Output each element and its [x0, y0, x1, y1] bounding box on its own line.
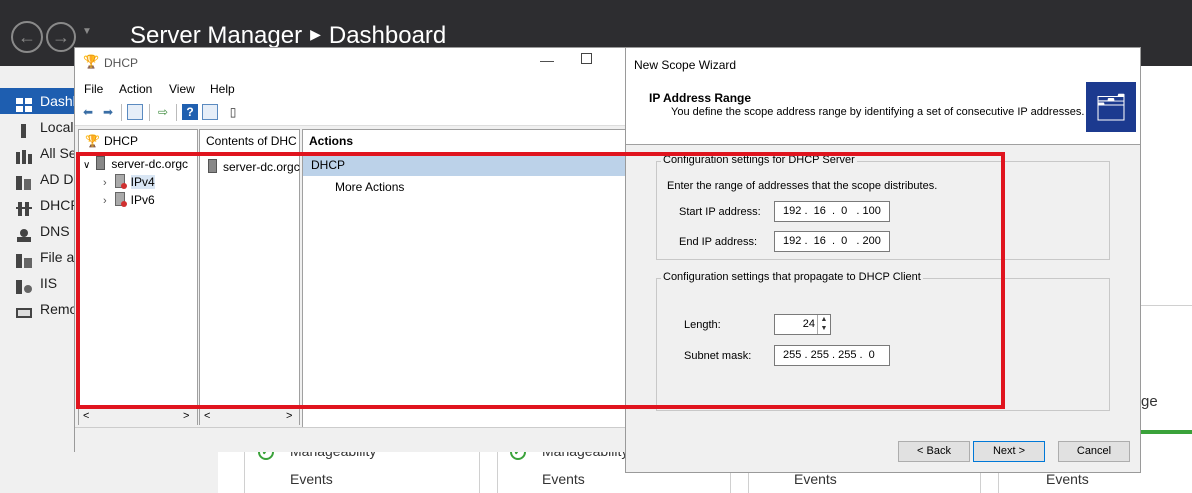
ad-ds-icon	[16, 172, 32, 190]
local-server-icon	[16, 120, 32, 138]
dhcp-tree-icon: 🏆	[85, 134, 100, 148]
wizard-title: New Scope Wizard	[634, 58, 737, 72]
tree-header[interactable]: 🏆 DHCP	[79, 130, 197, 153]
toolbar-separator	[176, 104, 177, 121]
page-title: Server Manager ▶ Dashboard	[130, 22, 447, 49]
cancel-button[interactable]: Cancel	[1058, 441, 1130, 462]
tree-hscrollbar[interactable]: < >	[79, 408, 197, 426]
help-icon[interactable]: ?	[182, 104, 198, 120]
contents-header[interactable]: Contents of DHC	[200, 130, 299, 153]
dhcp-app-icon: 🏆	[83, 54, 100, 69]
scroll-left-icon[interactable]: <	[83, 410, 89, 422]
actions-header: Actions	[303, 130, 631, 153]
next-button[interactable]: Next >	[973, 441, 1045, 462]
dhcp-statusbar	[75, 427, 625, 452]
tile-events[interactable]: Events	[794, 471, 837, 487]
show-hide-action-pane-icon[interactable]	[202, 104, 218, 120]
back-arrow-icon[interactable]: ←	[11, 21, 43, 53]
menu-file[interactable]: File	[84, 82, 103, 96]
scroll-right-icon[interactable]: >	[286, 410, 292, 422]
folders-icon: 🗂	[1086, 82, 1136, 132]
menu-view[interactable]: View	[169, 82, 195, 96]
scroll-right-icon[interactable]: >	[183, 410, 189, 422]
dhcp-titlebar[interactable]: 🏆 DHCP —	[75, 48, 625, 78]
dhcp-menubar: File Action View Help	[75, 78, 625, 100]
back-icon[interactable]: ⬅	[80, 104, 96, 120]
forward-icon[interactable]: ➡	[100, 104, 116, 120]
wizard-titlebar[interactable]: New Scope Wizard	[626, 48, 1140, 78]
tile-events[interactable]: Events	[290, 471, 333, 487]
menu-action[interactable]: Action	[119, 82, 152, 96]
tile-events[interactable]: Events	[542, 471, 585, 487]
file-services-icon	[16, 250, 32, 268]
export-list-icon[interactable]: ⇨	[155, 104, 171, 120]
wizard-subheading: You define the scope address range by id…	[671, 106, 1085, 118]
tile-partial-label: ge	[1141, 393, 1158, 410]
wizard-heading: IP Address Range	[649, 91, 752, 105]
tile-border	[1141, 305, 1192, 306]
dns-icon	[16, 224, 32, 242]
show-hide-tree-icon[interactable]	[127, 104, 143, 120]
toolbar-separator	[149, 104, 150, 121]
breadcrumb-dashboard: Dashboard	[328, 22, 447, 49]
forward-arrow-icon[interactable]: →	[46, 22, 76, 52]
wizard-header: IP Address Range You define the scope ad…	[626, 78, 1140, 145]
dashboard-icon	[16, 94, 32, 112]
menu-help[interactable]: Help	[210, 82, 235, 96]
maximize-icon[interactable]	[581, 53, 592, 64]
server-status-icon[interactable]: ▯	[225, 104, 241, 120]
iis-icon	[16, 276, 32, 294]
contents-hscrollbar[interactable]: < >	[200, 408, 299, 426]
dhcp-icon	[16, 198, 32, 216]
highlight-rectangle	[76, 152, 1005, 409]
chevron-down-icon[interactable]: ▼	[82, 26, 92, 37]
back-button[interactable]: < Back	[898, 441, 970, 462]
dhcp-window-title: DHCP	[104, 56, 139, 70]
toolbar-separator	[121, 104, 122, 121]
minimize-icon[interactable]: —	[540, 52, 554, 68]
remote-access-icon	[16, 302, 32, 318]
scroll-left-icon[interactable]: <	[204, 410, 210, 422]
dhcp-toolbar: ⬅ ➡ ⇨ ? ▯	[75, 100, 625, 126]
all-servers-icon	[16, 146, 32, 164]
tile-events[interactable]: Events	[1046, 471, 1089, 487]
